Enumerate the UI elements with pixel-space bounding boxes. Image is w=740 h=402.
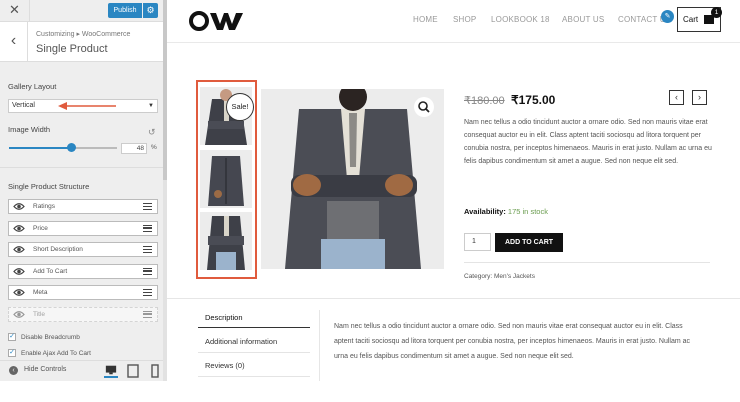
nav-about-us[interactable]: ABOUT US	[562, 15, 604, 24]
close-icon[interactable]: ✕	[0, 0, 30, 22]
short-description: Nam nec tellus a odio tincidunt auctor a…	[464, 119, 712, 165]
checkbox-label: Enable Ajax Add To Cart	[21, 350, 91, 357]
customizer-panel: ✕ Publish ⚙ ‹ Customizing ▸ WooCommerce …	[0, 0, 166, 381]
structure-item[interactable]: Ratings	[8, 199, 158, 214]
bottom-margin	[0, 381, 740, 402]
unit-label: %	[151, 144, 157, 151]
stock-status: 175 in stock	[507, 207, 548, 216]
gallery-layout-value: Vertical	[12, 102, 35, 109]
zoom-button[interactable]	[414, 97, 434, 117]
customizer-topbar: ✕ Publish ⚙	[0, 0, 165, 22]
availability: Availability: 175 in stock	[464, 207, 548, 216]
sale-badge: Sale!	[226, 93, 254, 121]
tab-reviews[interactable]: Reviews (0)	[205, 361, 245, 370]
checkbox-disable-breadcrumb[interactable]: ✓	[8, 333, 16, 341]
tab-panel-description: Nam nec tellus a odio tincidunt auctor a…	[334, 323, 691, 360]
structure-item[interactable]: Add To Cart	[8, 263, 158, 279]
tab-description[interactable]: Description	[205, 313, 243, 322]
eye-icon[interactable]	[13, 202, 25, 211]
back-arrow-icon[interactable]: ‹	[0, 22, 28, 62]
sale-price: ₹175.00	[511, 93, 556, 107]
gallery-thumbnail-2[interactable]	[200, 150, 252, 208]
structure-item[interactable]: Title	[8, 306, 158, 322]
section-title: Single Product	[36, 43, 108, 55]
drag-handle-icon[interactable]	[143, 224, 152, 232]
structure-item[interactable]: Short Description	[8, 242, 158, 257]
site-preview: HOME SHOP LOOKBOOK 18 ABOUT US CONTACT U…	[167, 0, 740, 381]
structure-item-label: Title	[33, 310, 46, 318]
search-icon	[418, 101, 430, 113]
availability-label: Availability:	[464, 207, 506, 216]
tab-additional-information[interactable]: Additional information	[205, 337, 277, 346]
screen: ✕ Publish ⚙ ‹ Customizing ▸ WooCommerce …	[0, 0, 740, 402]
quantity-input[interactable]: 1	[464, 233, 491, 251]
eye-icon[interactable]	[13, 288, 25, 297]
eye-icon[interactable]	[13, 310, 25, 319]
structure-label: Single Product Structure	[8, 182, 90, 191]
image-width-input[interactable]: 48	[121, 143, 147, 154]
product-category: Category: Men's Jackets	[464, 273, 535, 280]
structure-item-label: Meta	[33, 289, 48, 296]
structure-item[interactable]: Meta	[8, 285, 158, 300]
eye-icon[interactable]	[13, 224, 25, 233]
prev-product-button[interactable]: ‹	[669, 90, 684, 105]
cart-label: Cart	[683, 15, 699, 24]
drag-handle-icon[interactable]	[143, 267, 152, 275]
reset-icon[interactable]: ↺	[148, 127, 156, 138]
tab-separator	[198, 376, 310, 377]
drag-handle-icon[interactable]	[143, 289, 152, 296]
next-product-button[interactable]: ›	[692, 90, 707, 105]
hide-controls-icon[interactable]: ‹	[9, 366, 18, 375]
structure-item-label: Ratings	[33, 203, 56, 210]
image-width-label: Image Width	[8, 125, 51, 134]
drag-handle-icon[interactable]	[143, 310, 152, 318]
jacket-front-image	[207, 216, 245, 270]
checkbox-ajax-add-to-cart[interactable]: ✓	[8, 349, 16, 357]
eye-icon[interactable]	[13, 267, 25, 276]
structure-item-label: Add To Cart	[33, 267, 68, 275]
structure-item-label: Price	[33, 224, 48, 232]
structure-item-label: Short Description	[33, 246, 83, 253]
tabs-divider	[167, 298, 740, 299]
edit-pencil-icon[interactable]: ✎	[661, 10, 674, 23]
annotation-arrow-icon	[58, 102, 116, 110]
tab-active-underline	[198, 327, 310, 328]
eye-icon[interactable]	[13, 245, 25, 254]
tab-separator	[198, 352, 310, 353]
checkbox-label: Disable Breadcrumb	[21, 334, 80, 341]
gear-icon[interactable]: ⚙	[143, 3, 158, 18]
jacket-back-image	[208, 156, 244, 206]
drag-handle-icon[interactable]	[143, 203, 152, 210]
customizer-footer: ‹ Hide Controls	[0, 360, 165, 381]
hide-controls-button[interactable]: Hide Controls	[24, 366, 66, 373]
site-logo[interactable]	[189, 10, 245, 32]
nav-contact[interactable]: CONTACT U	[618, 15, 666, 24]
tabs-vertical-divider	[319, 310, 320, 381]
nav-home[interactable]: HOME	[413, 15, 438, 24]
structure-item[interactable]: Price	[8, 220, 158, 236]
chevron-down-icon: ▼	[148, 103, 154, 109]
customizer-section-header: ‹ Customizing ▸ WooCommerce Single Produ…	[0, 22, 165, 62]
slider-handle[interactable]	[67, 143, 77, 152]
gallery-layout-label: Gallery Layout	[8, 82, 57, 91]
drag-handle-icon[interactable]	[143, 246, 152, 253]
divider	[464, 262, 710, 263]
nav-lookbook[interactable]: LOOKBOOK 18	[491, 15, 550, 24]
cart-count-badge: 1	[711, 7, 722, 18]
desktop-icon[interactable]	[104, 364, 118, 378]
slider-fill	[9, 147, 72, 149]
nav-shop[interactable]: SHOP	[453, 15, 476, 24]
header-divider	[167, 42, 740, 43]
image-width-slider[interactable]	[9, 147, 117, 149]
mobile-icon[interactable]	[148, 364, 162, 378]
gallery-thumbnail-3[interactable]	[200, 212, 252, 270]
divider	[0, 167, 165, 168]
breadcrumb: Customizing ▸ WooCommerce	[36, 31, 131, 38]
add-to-cart-button[interactable]: ADD TO CART	[495, 233, 563, 252]
publish-button[interactable]: Publish	[108, 3, 142, 18]
tablet-icon[interactable]	[126, 364, 140, 378]
regular-price: ₹180.00	[464, 95, 505, 107]
